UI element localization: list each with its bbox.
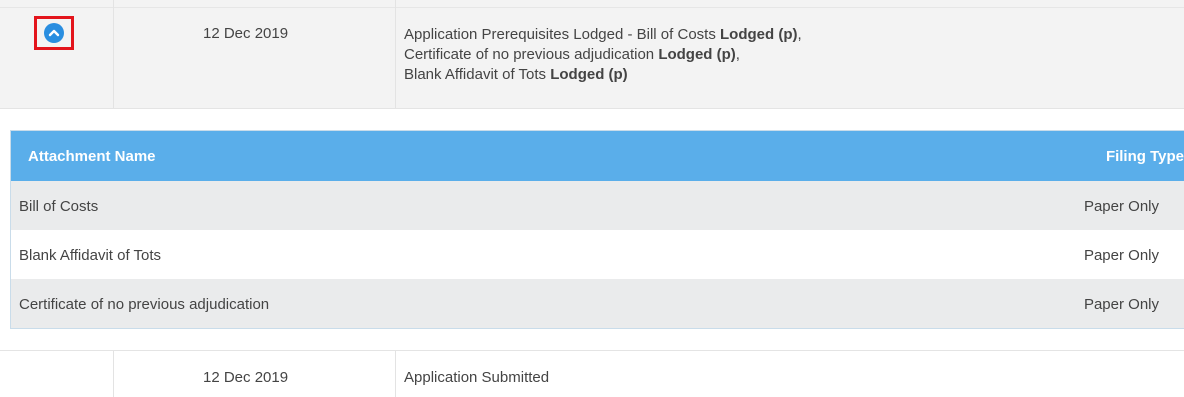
row-date: 12 Dec 2019 [203,369,289,386]
attachments-table: Attachment Name Filing Type Bill of Cost… [10,130,1184,329]
table-row: Bill of Costs Paper Only [11,181,1184,230]
description-line: Certificate of no previous adjudication … [404,46,740,63]
chevron-up-icon [48,29,60,37]
description-line: Blank Affidavit of Tots Lodged (p) [404,66,628,83]
table-row: Blank Affidavit of Tots Paper Only [11,230,1184,279]
row-divider [0,7,1184,8]
status-text: Lodged (p) [550,66,628,83]
table-row: Certificate of no previous adjudication … [11,279,1184,328]
column-divider [395,0,396,108]
row-date: 12 Dec 2019 [203,25,289,42]
column-divider [113,0,114,108]
filing-type: Paper Only [1083,198,1159,215]
row-description: Application Submitted [404,369,550,386]
column-header-filing-type: Filing Type [1105,148,1184,165]
attachment-name: Certificate of no previous adjudication [19,296,270,313]
attachment-name: Bill of Costs [19,198,99,215]
status-text: Lodged (p) [658,46,736,63]
attachments-table-header: Attachment Name Filing Type [11,131,1184,181]
expand-toggle-highlight[interactable] [34,16,74,50]
collapse-button[interactable] [44,23,64,43]
history-row: 12 Dec 2019 Application Submitted [0,350,1184,397]
filing-type: Paper Only [1083,296,1159,313]
column-divider [395,351,396,397]
column-header-attachment-name: Attachment Name [28,148,156,165]
row-description: Application Prerequisites Lodged - Bill … [404,25,802,85]
column-divider [113,351,114,397]
history-row-expanded: 12 Dec 2019 Application Prerequisites Lo… [0,0,1184,109]
status-text: Lodged (p) [720,26,798,43]
filing-type: Paper Only [1083,247,1159,264]
attachment-name: Blank Affidavit of Tots [19,247,162,264]
description-line: Application Prerequisites Lodged - Bill … [404,26,802,43]
